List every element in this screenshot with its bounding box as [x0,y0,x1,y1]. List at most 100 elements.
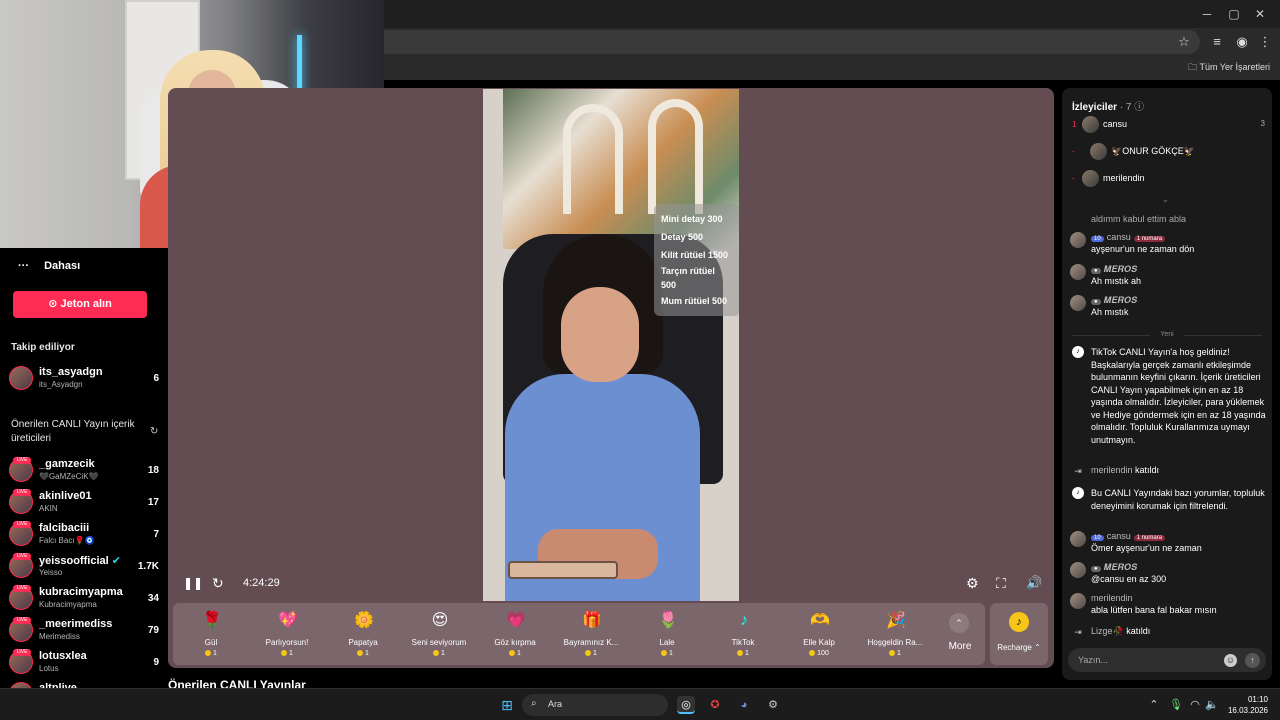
tiktok-logo-icon: ♪ [1072,346,1084,358]
more-gifts-button[interactable]: ⌃ More [938,603,982,665]
avatar [1082,170,1099,187]
verified-icon: ✔ [111,555,121,567]
suggested-item[interactable]: LIVE lotusxlea Lotus 9 [9,648,159,678]
minimize-button[interactable]: ─ [1197,4,1217,24]
following-title: Takip ediliyor [11,342,75,353]
avatar: LIVE [9,457,33,482]
enter-icon: ⇥ [1074,466,1082,476]
maximize-button[interactable]: ▢ [1224,4,1244,24]
more-menu-item[interactable]: ··· Dahası [18,260,168,272]
microphone-icon[interactable]: 🎙 [1167,696,1185,714]
emoji-icon[interactable]: ☺ [1224,654,1237,667]
viewer-item[interactable]: 1 cansu 3 [1070,116,1265,136]
gift-item[interactable]: 🎁 Bayramınız K... 1 [553,603,629,665]
browser-toolbar [384,28,1280,56]
reload-icon[interactable]: ↻ [212,575,224,592]
windows-start-icon[interactable]: ⊞ [498,696,516,714]
bookmarks-bar: 🗀 Tüm Yer İşaretleri [384,56,1280,80]
volume-icon[interactable]: 🔊 [1026,575,1042,591]
send-arrow-icon[interactable]: ↑ [1245,653,1260,668]
refresh-icon[interactable]: ↻ [150,426,158,437]
live-video-frame[interactable]: Mini detay 300 Detay 500 Kilit rütüel 15… [483,89,739,601]
fullscreen-icon[interactable]: ⛶ [996,575,1006,592]
viewer-item[interactable]: - 🦅ONUR GÖKÇE🦅 [1070,143,1265,163]
avatar [1090,143,1107,160]
chat-panel: İzleyiciler · 7 ⓘ 1 cansu 3 - 🦅ONUR GÖKÇ… [1062,88,1272,680]
gift-item[interactable]: 😍 Seni seviyorum 1 [401,603,477,665]
wink-heart-icon: 💗 [506,612,526,629]
avatar: LIVE [9,585,33,610]
viewer-item[interactable]: - merilendin [1070,170,1265,190]
kebab-menu-icon[interactable]: ⋮ [1256,33,1274,51]
windows-taskbar: ⊞ ⌕ Ara ◎ ✪ ◕ ⚙ ⌃ 🎙 ◠ 🔈 01:10 16.03.2026 [0,688,1280,720]
avatar: LIVE [9,553,33,578]
browser-titlebar: ─ ▢ ✕ [384,0,1280,28]
gift-item[interactable]: ♪ TikTok 1 [705,603,781,665]
gift-item[interactable]: 💗 Göz kırpma 1 [477,603,553,665]
game-app-icon[interactable]: ✪ [706,696,724,714]
ellipsis-icon: ··· [18,260,29,272]
settings-icon[interactable]: ⚙ [966,575,979,592]
steam-app-icon[interactable]: ⚙ [764,696,782,714]
suggested-item[interactable]: LIVE _meerimediss Merimediss 79 [9,616,159,646]
elapsed-time: 4:24:29 [243,577,280,589]
all-bookmarks-folder[interactable]: 🗀 Tüm Yer İşaretleri [1188,60,1270,76]
avatar [1070,264,1086,280]
tiktok-logo-icon: ♪ [740,612,748,629]
suggested-item[interactable]: LIVE yeissoofficial ✔ Yeisso 1.7K [9,552,159,582]
close-button[interactable]: ✕ [1250,4,1270,24]
daisy-icon: 🌼 [354,612,374,629]
price-menu-overlay: Mini detay 300 Detay 500 Kilit rütüel 15… [654,204,739,316]
avatar [1070,562,1086,578]
rose-icon: 🌹 [202,612,222,629]
chrome-app-icon[interactable]: ◎ [677,696,695,714]
suggested-item[interactable]: LIVE akinlive01 AKIN 17 [9,488,159,518]
info-icon[interactable]: ⓘ [1134,102,1144,113]
heart-eyes-icon: 😍 [431,612,449,629]
avatar: LIVE [9,489,33,514]
bookmark-star-icon[interactable]: ☆ [1175,33,1193,51]
viewers-title: İzleyiciler · 7 ⓘ [1072,102,1145,113]
hand-heart-icon: 🫶 [810,612,830,629]
wifi-icon[interactable]: ◠ [1186,696,1204,714]
reading-list-icon[interactable]: ≡ [1208,33,1226,51]
profile-avatar-icon[interactable]: ◉ [1233,33,1251,51]
discord-app-icon[interactable]: ◕ [735,696,753,714]
tiktok-sidebar: ··· Dahası ⊙ Jeton alın Takip ediliyor i… [0,248,168,688]
suggested-item[interactable]: LIVE kubracimyapma Kubracimyapma 34 [9,584,159,614]
gift-item[interactable]: 🌷 Lale 1 [629,603,705,665]
smartphone [508,561,618,579]
suggested-item[interactable]: LIVE _gamzecik 🖤GaMZeCiK🖤 18 [9,456,159,486]
taskbar-search[interactable]: ⌕ Ara [522,694,668,716]
search-icon: ⌕ [531,698,537,709]
following-item[interactable]: its_asyadgn its_Asyadgn 6 [9,364,159,394]
gift-item[interactable]: 💖 Parlıyorsun! 1 [249,603,325,665]
live-video-player[interactable]: Mini detay 300 Detay 500 Kilit rütüel 15… [168,88,1054,668]
recharge-button[interactable]: ♪ Recharge ⌃ [990,603,1048,665]
avatar: LIVE [9,649,33,674]
recommended-lives-title: Önerilen CANLI Yayınlar [168,678,306,688]
taskbar-clock[interactable]: 01:10 16.03.2026 [1228,694,1268,716]
chevron-down-icon[interactable]: ⌄ [1162,195,1169,204]
gift-item[interactable]: 🌹 Gül 1 [173,603,249,665]
enter-icon: ⇥ [1074,627,1082,637]
pause-icon[interactable]: ❚❚ [183,576,203,590]
folder-icon: 🗀 [1188,62,1198,72]
address-bar[interactable] [384,30,1200,54]
new-messages-divider: Yeni [1072,331,1262,339]
suggested-item[interactable]: altnlive [9,680,159,688]
gift-item[interactable]: 🌼 Papatya 1 [325,603,401,665]
gift-item[interactable]: 🎉 Hoşgeldin Ra... 1 [857,603,933,665]
speaker-icon[interactable]: 🔈 [1203,696,1221,714]
gift-item[interactable]: 🫶 Elle Kalp 100 [781,603,857,665]
tray-chevron-icon[interactable]: ⌃ [1145,696,1163,714]
person-face [561,287,639,382]
coin-icon: ♪ [1009,612,1029,632]
suggested-item[interactable]: LIVE falcibaciii Falcı Bacı🌹🧿 7 [9,520,159,550]
holiday-gift-icon: 🎁 [582,612,602,629]
chat-message: merilendin abla lütfen bana fal bakar mı… [1070,593,1266,621]
heart-icon: 💖 [278,612,298,629]
chevron-up-icon: ⌃ [949,613,969,633]
get-coins-button[interactable]: ⊙ Jeton alın [13,291,147,318]
suggested-title: Önerilen CANLI Yayın içerik üreticileri [11,419,135,444]
